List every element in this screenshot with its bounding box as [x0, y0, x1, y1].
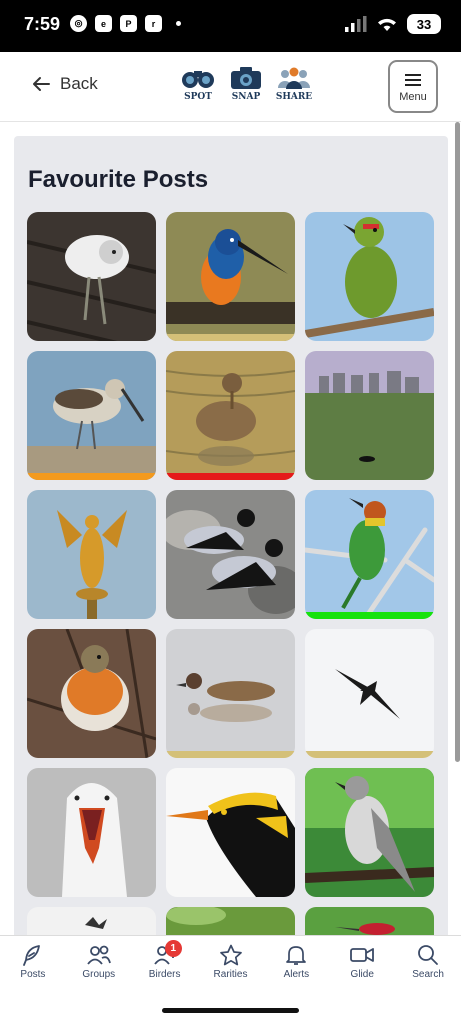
- post-image: [305, 768, 434, 897]
- menu-button[interactable]: Menu: [388, 60, 438, 113]
- camera-icon: [231, 67, 261, 89]
- more-notifications-dot: [176, 21, 181, 26]
- nav-birders[interactable]: Birders 1: [132, 936, 198, 997]
- post-image: [305, 907, 434, 935]
- wifi-icon: [378, 18, 396, 31]
- post-tile[interactable]: [305, 629, 434, 758]
- favourites-panel: Favourite Posts: [14, 136, 448, 935]
- post-image: [166, 212, 295, 341]
- nav-glide[interactable]: Glide: [329, 936, 395, 997]
- post-image: [27, 629, 156, 758]
- post-tile[interactable]: [305, 212, 434, 341]
- bottom-nav: Posts Groups Birders 1 Rarities Alerts G…: [0, 935, 461, 997]
- post-image: [27, 907, 156, 935]
- binoculars-icon: [182, 71, 214, 88]
- feather-icon: [23, 945, 40, 966]
- hamburger-icon: [405, 71, 421, 89]
- back-button[interactable]: Back: [32, 74, 98, 94]
- post-tile[interactable]: [305, 351, 434, 480]
- ring-icon: r: [145, 15, 162, 32]
- post-tile[interactable]: [305, 490, 434, 619]
- post-image: [166, 629, 295, 758]
- gesture-area: [0, 997, 461, 1024]
- post-tile[interactable]: [305, 907, 434, 935]
- snap-logo: SNAP: [228, 66, 264, 102]
- post-tile[interactable]: [27, 768, 156, 897]
- share-logo: SHARE: [276, 66, 312, 102]
- quality-strip: [166, 751, 295, 758]
- spot-logo: SPOT: [180, 66, 216, 102]
- post-image: [166, 490, 295, 619]
- post-tile[interactable]: [27, 907, 156, 935]
- nav-posts[interactable]: Posts: [0, 936, 66, 997]
- post-tile[interactable]: [166, 768, 295, 897]
- post-tile[interactable]: [27, 490, 156, 619]
- chrome-icon: ◎: [70, 15, 87, 32]
- nav-alerts[interactable]: Alerts: [263, 936, 329, 997]
- post-image: [27, 351, 156, 480]
- quality-strip: [166, 334, 295, 341]
- nav-groups[interactable]: Groups: [66, 936, 132, 997]
- post-tile[interactable]: [166, 351, 295, 480]
- post-image: [305, 212, 434, 341]
- post-image: [27, 212, 156, 341]
- quality-strip: [305, 612, 434, 619]
- people-icon: [278, 67, 310, 89]
- post-tile[interactable]: [166, 907, 295, 935]
- post-image: [166, 351, 295, 480]
- main-content[interactable]: Favourite Posts: [0, 122, 461, 935]
- post-tile[interactable]: [27, 212, 156, 341]
- post-image: [305, 351, 434, 480]
- post-image: [166, 768, 295, 897]
- app-header: Back SPOT SNAP SHARE Menu: [0, 52, 461, 122]
- signal-icon: [345, 16, 367, 32]
- arrow-left-icon: [33, 77, 50, 91]
- battery-indicator: 33: [407, 14, 441, 34]
- post-tile[interactable]: [27, 351, 156, 480]
- system-icons: 33: [345, 14, 441, 34]
- video-icon: [350, 948, 375, 962]
- group-icon: [87, 945, 111, 965]
- bell-icon: [286, 946, 307, 965]
- status-bar: 7:59 ◎ e P r 33: [0, 0, 461, 52]
- app-logo: SPOT SNAP SHARE: [180, 66, 312, 102]
- quality-strip: [305, 751, 434, 758]
- nav-search[interactable]: Search: [395, 936, 461, 997]
- quality-strip: [27, 473, 156, 480]
- back-label: Back: [60, 74, 98, 93]
- post-tile[interactable]: [27, 629, 156, 758]
- post-image: [27, 490, 156, 619]
- nav-rarities[interactable]: Rarities: [198, 936, 264, 997]
- page-title: Favourite Posts: [28, 166, 209, 193]
- posts-grid: [27, 212, 434, 935]
- search-icon: [418, 945, 438, 965]
- star-icon: [219, 944, 242, 966]
- paypal-icon: P: [120, 15, 137, 32]
- post-tile[interactable]: [166, 212, 295, 341]
- status-time: 7:59: [24, 14, 61, 34]
- home-indicator[interactable]: [162, 1008, 299, 1013]
- post-image: [27, 768, 156, 897]
- post-tile[interactable]: [305, 768, 434, 897]
- notification-badge: 1: [164, 940, 182, 957]
- post-image: [305, 490, 434, 619]
- ebay-icon: e: [95, 15, 112, 32]
- quality-strip: [166, 473, 295, 480]
- scrollbar[interactable]: [455, 122, 460, 762]
- post-image: [305, 629, 434, 758]
- notification-icons: ◎ e P r: [70, 15, 181, 32]
- post-tile[interactable]: [166, 490, 295, 619]
- post-tile[interactable]: [166, 629, 295, 758]
- post-image: [166, 907, 295, 935]
